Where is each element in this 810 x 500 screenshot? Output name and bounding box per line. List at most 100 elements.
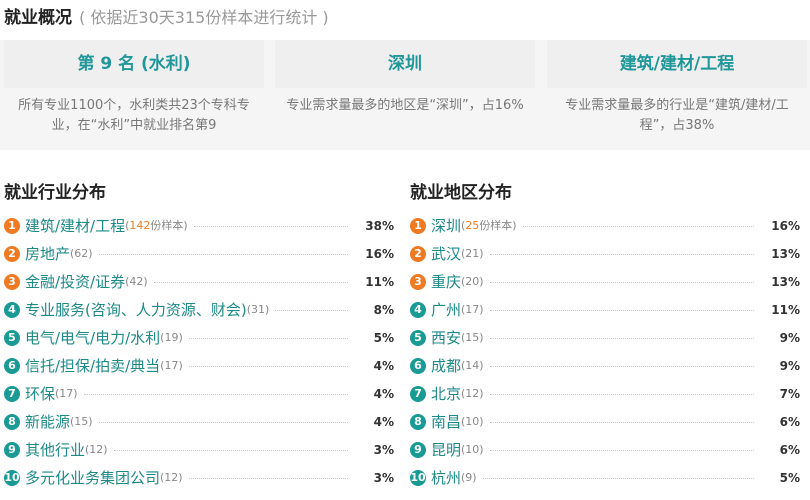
industry-row: 2 房地产 (62) 16% <box>4 240 394 268</box>
industry-row: 1 建筑/建材/工程 (142份样本) 38% <box>4 212 394 240</box>
industry-name-link[interactable]: 房地产 <box>25 240 70 268</box>
overview-title: 就业概况 <box>4 8 72 28</box>
rank-card: 第 9 名 (水利) 所有专业1100个，水利类共23个专科专业，在“水利”中就… <box>4 40 264 150</box>
region-name-link[interactable]: 成都 <box>431 352 461 380</box>
sample-count: (12) <box>160 471 183 484</box>
region-name-link[interactable]: 西安 <box>431 324 461 352</box>
percentage: 4% <box>373 415 394 429</box>
dotted-leader <box>188 324 348 339</box>
region-section: 就业地区分布 1 深圳 (25份样本) 16% 2 武汉 (21) 13% 3 重庆 (20) 13%… <box>410 178 800 492</box>
rank-card-head: 第 9 名 (水利) <box>4 40 264 88</box>
industry-name-link[interactable]: 环保 <box>25 380 55 408</box>
industry-card-head: 建筑/建材/工程 <box>547 40 807 88</box>
region-row: 8 南昌 (10) 6% <box>410 408 800 436</box>
percentage: 8% <box>373 303 394 317</box>
rank-badge: 4 <box>4 302 20 318</box>
dotted-leader <box>522 212 754 227</box>
region-name-link[interactable]: 深圳 <box>431 212 461 240</box>
sample-count: (12) <box>461 387 484 400</box>
industry-name-link[interactable]: 新能源 <box>25 408 70 436</box>
dotted-leader <box>489 380 754 395</box>
region-card-head: 深圳 <box>275 40 535 88</box>
sample-count: (17) <box>160 359 183 372</box>
rank-badge: 1 <box>4 218 20 234</box>
rank-badge: 10 <box>4 470 20 486</box>
percentage: 13% <box>771 247 800 261</box>
industry-card: 建筑/建材/工程 专业需求量最多的行业是“建筑/建材/工程”，占38% <box>547 40 807 150</box>
industry-name-link[interactable]: 金融/投资/证券 <box>25 268 125 296</box>
percentage: 16% <box>365 247 394 261</box>
rank-badge: 6 <box>410 358 426 374</box>
dotted-leader <box>489 240 754 255</box>
industry-name-link[interactable]: 信托/担保/拍卖/典当 <box>25 352 160 380</box>
overview-header: 就业概况 ( 依据近30天315份样本进行统计 ) <box>4 5 329 31</box>
region-name-link[interactable]: 广州 <box>431 296 461 324</box>
region-name-link[interactable]: 杭州 <box>431 464 461 492</box>
region-row: 1 深圳 (25份样本) 16% <box>410 212 800 240</box>
rank-badge: 6 <box>4 358 20 374</box>
rank-badge: 5 <box>4 330 20 346</box>
percentage: 7% <box>779 387 800 401</box>
region-row: 6 成都 (14) 9% <box>410 352 800 380</box>
industry-row: 9 其他行业 (12) 3% <box>4 436 394 464</box>
region-row: 4 广州 (17) 11% <box>410 296 800 324</box>
percentage: 38% <box>365 219 394 233</box>
rank-badge: 3 <box>4 274 20 290</box>
rank-badge: 8 <box>4 414 20 430</box>
dotted-leader <box>153 268 348 283</box>
region-row: 2 武汉 (21) 13% <box>410 240 800 268</box>
dotted-leader <box>193 212 348 227</box>
dotted-leader <box>83 380 348 395</box>
rank-badge: 2 <box>4 246 20 262</box>
rank-badge: 7 <box>4 386 20 402</box>
sample-count: (142份样本) <box>125 219 188 232</box>
region-name-link[interactable]: 重庆 <box>431 268 461 296</box>
percentage: 4% <box>373 387 394 401</box>
industry-name-link[interactable]: 建筑/建材/工程 <box>25 212 125 240</box>
industry-name-link[interactable]: 多元化业务集团公司 <box>25 464 160 492</box>
percentage: 5% <box>779 471 800 485</box>
dotted-leader <box>275 296 348 311</box>
industry-name-link[interactable]: 专业服务(咨询、人力资源、财会) <box>25 296 247 324</box>
region-row: 10 杭州 (9) 5% <box>410 464 800 492</box>
region-row: 3 重庆 (20) 13% <box>410 268 800 296</box>
sample-count: (10) <box>461 415 484 428</box>
percentage: 6% <box>779 415 800 429</box>
region-name-link[interactable]: 武汉 <box>431 240 461 268</box>
region-row: 9 昆明 (10) 6% <box>410 436 800 464</box>
industry-name-link[interactable]: 其他行业 <box>25 436 85 464</box>
sample-count: (10) <box>461 443 484 456</box>
region-row: 5 西安 (15) 9% <box>410 324 800 352</box>
sample-count: (62) <box>70 247 93 260</box>
rank-badge: 4 <box>410 302 426 318</box>
percentage: 4% <box>373 359 394 373</box>
dotted-leader <box>489 296 754 311</box>
percentage: 11% <box>365 275 394 289</box>
percentage: 9% <box>779 359 800 373</box>
region-card-desc: 专业需求量最多的地区是“深圳”，占16% <box>286 98 524 113</box>
percentage: 3% <box>373 471 394 485</box>
rank-badge: 9 <box>4 442 20 458</box>
region-row: 7 北京 (12) 7% <box>410 380 800 408</box>
industry-row: 8 新能源 (15) 4% <box>4 408 394 436</box>
region-name-link[interactable]: 南昌 <box>431 408 461 436</box>
dotted-leader <box>482 464 754 479</box>
dotted-leader <box>489 324 754 339</box>
dotted-leader <box>98 240 348 255</box>
dotted-leader <box>188 352 348 367</box>
percentage: 11% <box>771 303 800 317</box>
region-name-link[interactable]: 北京 <box>431 380 461 408</box>
rank-badge: 3 <box>410 274 426 290</box>
rank-badge: 1 <box>410 218 426 234</box>
region-name-link[interactable]: 昆明 <box>431 436 461 464</box>
dotted-leader <box>489 436 754 451</box>
industry-name-link[interactable]: 电气/电气/电力/水利 <box>25 324 160 352</box>
region-card: 深圳 专业需求量最多的地区是“深圳”，占16% <box>275 40 535 150</box>
sample-count: (17) <box>55 387 78 400</box>
overview-subtitle: ( 依据近30天315份样本进行统计 ) <box>79 8 329 27</box>
industry-row: 3 金融/投资/证券 (42) 11% <box>4 268 394 296</box>
sample-count: (42) <box>125 275 148 288</box>
dotted-leader <box>489 352 754 367</box>
industry-row: 7 环保 (17) 4% <box>4 380 394 408</box>
percentage: 16% <box>771 219 800 233</box>
